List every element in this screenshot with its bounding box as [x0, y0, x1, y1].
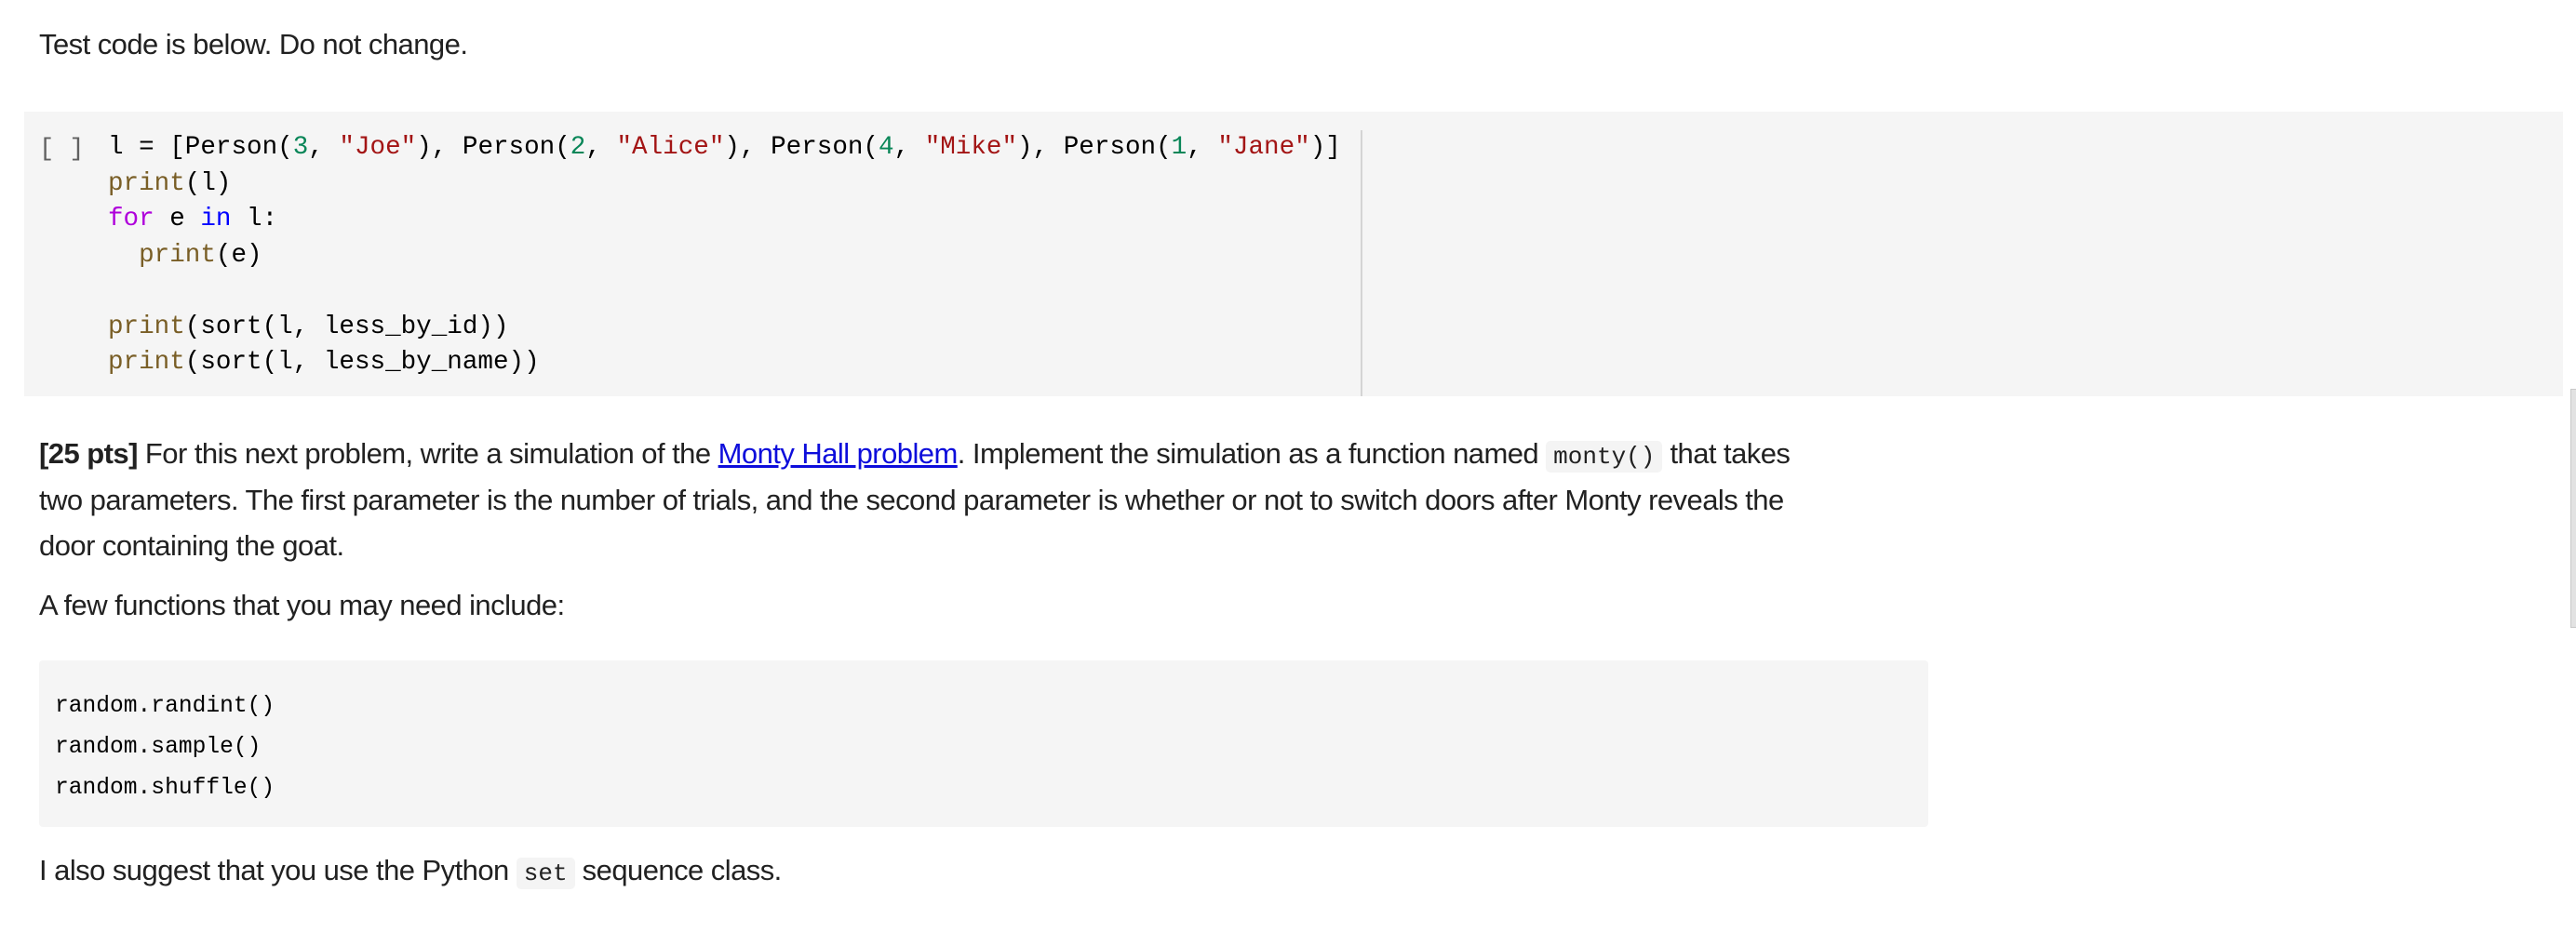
run-cell-button[interactable]: [ ]: [39, 132, 85, 168]
function-item: random.randint(): [55, 694, 275, 719]
problem-text: For this next problem, write a simulatio…: [137, 437, 718, 470]
code-token-plain: ), Person(: [416, 133, 570, 162]
code-token-plain: (sort(l, less_by_id)): [184, 312, 509, 341]
code-token-plain: ), Person(: [1017, 133, 1172, 162]
code-line: print(e): [108, 238, 1361, 274]
code-cell[interactable]: [ ] l = [Person(3, "Joe"), Person(2, "Al…: [24, 112, 2563, 396]
code-token-plain: e: [154, 205, 201, 233]
set-suggestion-text: sequence class.: [574, 854, 783, 886]
code-token-func: print: [108, 168, 185, 198]
function-item: random.shuffle(): [55, 776, 275, 801]
code-token-plain: ), Person(: [724, 133, 879, 162]
code-token-plain: l:: [231, 205, 278, 233]
code-token-plain: (l): [184, 168, 232, 198]
functions-intro: A few functions that you may need includ…: [39, 589, 565, 621]
problem-line-1: [25 pts] For this next problem, write a …: [39, 431, 1791, 477]
code-token-str: "Alice": [616, 133, 725, 162]
code-line: print(sort(l, less_by_name)): [108, 345, 1361, 381]
code-token-plain: (sort(l, less_by_name)): [184, 348, 540, 377]
code-token-plain: ,: [1187, 133, 1218, 162]
code-token-str: "Mike": [924, 133, 1018, 162]
code-line: print(l): [108, 166, 1361, 203]
code-line: print(sort(l, less_by_id)): [108, 310, 1361, 346]
code-token-num: 3: [292, 133, 309, 162]
problem-text: that takes: [1662, 437, 1791, 470]
code-token-kw2: in: [200, 205, 232, 233]
set-suggestion-text: I also suggest that you use the Python: [39, 854, 517, 886]
code-token-num: 1: [1171, 133, 1187, 162]
code-editor[interactable]: l = [Person(3, "Joe"), Person(2, "Alice"…: [108, 130, 1362, 396]
code-line: for e in l:: [108, 202, 1361, 238]
code-token-plain: l = [Person(: [108, 133, 293, 162]
code-token-num: 2: [570, 133, 586, 162]
code-token-str: "Jane": [1217, 133, 1310, 162]
problem-line-3: door containing the goat.: [39, 529, 344, 562]
code-token-str: "Joe": [339, 133, 417, 162]
problem-description: [25 pts] For this next problem, write a …: [39, 431, 1791, 569]
points-label: [25 pts]: [39, 437, 138, 470]
code-token-kw: for: [108, 205, 154, 233]
code-token-func: print: [108, 348, 185, 377]
problem-text: . Implement the simulation as a function…: [957, 437, 1547, 470]
code-token-num: 4: [879, 133, 894, 162]
code-token-plain: ,: [893, 133, 925, 162]
test-code-note: Test code is below. Do not change.: [39, 28, 468, 60]
code-token-func: print: [139, 240, 216, 270]
function-item: random.sample(): [55, 735, 262, 760]
code-token-plain: (e): [215, 240, 262, 270]
scrollbar-thumb[interactable]: [2570, 389, 2576, 628]
monty-function-code: monty(): [1546, 441, 1663, 473]
functions-code-block: random.randint() random.sample() random.…: [39, 660, 1928, 827]
notebook-page: Test code is below. Do not change. [ ] l…: [0, 0, 2576, 932]
code-token-plain: )]: [1309, 133, 1341, 162]
code-token-plain: ,: [308, 133, 340, 162]
code-token-plain: ,: [585, 133, 617, 162]
set-suggestion: I also suggest that you use the Python s…: [39, 854, 783, 889]
problem-line-2: two parameters. The first parameter is t…: [39, 483, 1784, 516]
monty-hall-link[interactable]: Monty Hall problem: [718, 437, 959, 470]
code-line: l = [Person(3, "Joe"), Person(2, "Alice"…: [108, 130, 1361, 166]
code-token-func: print: [108, 312, 185, 341]
set-code: set: [516, 858, 575, 889]
